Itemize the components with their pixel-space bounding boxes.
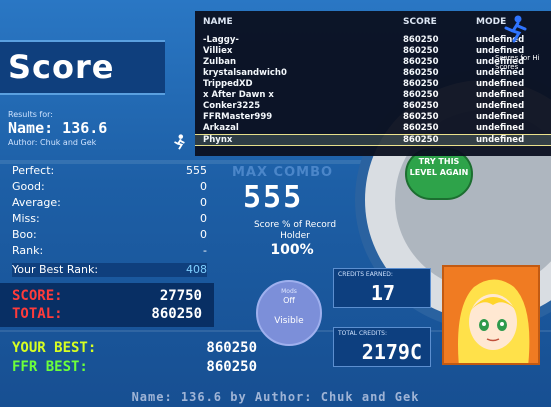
row-mode: undefined	[476, 123, 525, 133]
page-title: Score	[8, 48, 115, 86]
stat-label: Good:	[12, 180, 45, 193]
stat-label: Miss:	[12, 212, 40, 225]
stat-perfect: Perfect: 555	[12, 164, 207, 180]
total-row: TOTAL: 860250	[12, 306, 202, 324]
leaderboard-row[interactable]: -Laggy- 860250 undefined	[195, 35, 551, 46]
row-name: -Laggy-	[203, 35, 239, 45]
character-portrait	[442, 265, 540, 365]
row-name: Arkazal	[203, 123, 239, 133]
character-portrait-art	[458, 279, 530, 363]
stat-value: 555	[186, 164, 207, 177]
score-row: SCORE: 27750	[12, 288, 202, 306]
leaderboard-panel: NAME SCORE MODE -Laggy- 860250 undefined…	[195, 11, 551, 156]
row-mode: undefined	[476, 112, 525, 122]
row-name: x After Dawn x	[203, 90, 274, 100]
row-name: Villiex	[203, 46, 233, 56]
leaderboard-row[interactable]: x After Dawn x 860250 undefined	[195, 90, 551, 101]
stat-label: Average:	[12, 196, 61, 209]
results-for-label: Results for:	[8, 110, 53, 119]
your-best-row: YOUR BEST: 860250	[12, 340, 257, 358]
leaderboard-row-highlighted[interactable]: Phynx 860250 undefined	[195, 134, 551, 146]
credits-earned-label: CREDITS EARNED:	[338, 271, 393, 278]
stat-boo: Boo: 0	[12, 228, 207, 244]
total-credits-box: TOTAL CREDITS: 2179C	[333, 327, 431, 367]
record-pct-label: Score % of Record Holder	[253, 220, 337, 241]
best-rank-value: 408	[186, 263, 207, 276]
best-rank-label: Your Best Rank:	[12, 263, 99, 276]
row-score: 860250	[403, 79, 439, 89]
row-score: 860250	[403, 123, 439, 133]
row-score: 860250	[403, 35, 439, 45]
row-name: FFRMaster999	[203, 112, 273, 122]
total-value: 860250	[151, 306, 202, 322]
mods-visible: Visible	[274, 316, 304, 326]
stat-value: 0	[200, 228, 207, 241]
stat-value: 0	[200, 180, 207, 193]
row-score: 860250	[403, 135, 439, 145]
mods-value: Off	[283, 296, 295, 305]
max-combo-label: MAX COMBO	[232, 165, 334, 180]
mods-indicator: Mods Off Visible	[256, 280, 322, 346]
col-score-header: SCORE	[403, 17, 437, 27]
row-score: 860250	[403, 90, 439, 100]
stat-average: Average: 0	[12, 196, 207, 212]
song-author: Author: Chuk and Gek	[8, 138, 97, 147]
credits-earned-value: 17	[370, 281, 395, 305]
small-runner-icon	[174, 134, 185, 150]
leaderboard-side-note: Scores for Hi Scores	[495, 54, 540, 71]
stat-value: 0	[200, 196, 207, 209]
row-name: Conker3225	[203, 101, 261, 111]
stat-label: Perfect:	[12, 164, 55, 177]
col-name-header: NAME	[203, 17, 233, 27]
stat-rank: Rank: -	[12, 244, 207, 260]
stat-value: 0	[200, 212, 207, 225]
stat-miss: Miss: 0	[12, 212, 207, 228]
song-name: Name: 136.6	[8, 119, 108, 137]
leaderboard-row[interactable]: TrippedXD 860250 undefined	[195, 79, 551, 90]
row-name: TrippedXD	[203, 79, 253, 89]
mods-title: Mods	[281, 288, 297, 295]
row-mode: undefined	[476, 101, 525, 111]
record-pct-value: 100%	[270, 242, 314, 258]
your-best-rank: Your Best Rank: 408	[12, 263, 207, 277]
your-best-value: 860250	[206, 340, 257, 356]
row-mode: undefined	[476, 135, 525, 145]
row-name: Phynx	[203, 135, 233, 145]
leaderboard-row[interactable]: FFRMaster999 860250 undefined	[195, 112, 551, 123]
score-label: SCORE:	[12, 288, 63, 304]
row-mode: undefined	[476, 90, 525, 100]
song-footer: Name: 136.6 by Author: Chuk and Gek	[131, 390, 420, 404]
judgement-stats: Perfect: 555 Good: 0 Average: 0 Miss: 0 …	[12, 164, 207, 260]
leaderboard-row[interactable]: Arkazal 860250 undefined	[195, 123, 551, 134]
ffr-best-row: FFR BEST: 860250	[12, 359, 257, 377]
stat-label: Boo:	[12, 228, 37, 241]
total-credits-value: 2179C	[361, 340, 422, 364]
total-credits-label: TOTAL CREDITS:	[338, 330, 387, 337]
row-score: 860250	[403, 101, 439, 111]
runner-icon	[504, 15, 527, 43]
max-combo-value: 555	[243, 180, 304, 215]
row-score: 860250	[403, 112, 439, 122]
row-mode: undefined	[476, 79, 525, 89]
results-screen: Score Results for: Name: 136.6 Author: C…	[0, 0, 551, 407]
stat-label: Rank:	[12, 244, 44, 257]
stat-value: -	[203, 244, 207, 257]
row-score: 860250	[403, 46, 439, 56]
stat-good: Good: 0	[12, 180, 207, 196]
ffr-best-value: 860250	[206, 359, 257, 375]
row-name: krystalsandwich0	[203, 68, 287, 78]
row-name: Zulban	[203, 57, 236, 67]
row-score: 860250	[403, 68, 439, 78]
score-value: 27750	[159, 288, 202, 304]
leaderboard-row[interactable]: Conker3225 860250 undefined	[195, 101, 551, 112]
row-score: 860250	[403, 57, 439, 67]
your-best-label: YOUR BEST:	[12, 340, 97, 356]
ffr-best-label: FFR BEST:	[12, 359, 88, 375]
leaderboard-header: NAME SCORE MODE	[203, 17, 543, 31]
total-label: TOTAL:	[12, 306, 63, 322]
credits-earned-box: CREDITS EARNED: 17	[333, 268, 431, 308]
